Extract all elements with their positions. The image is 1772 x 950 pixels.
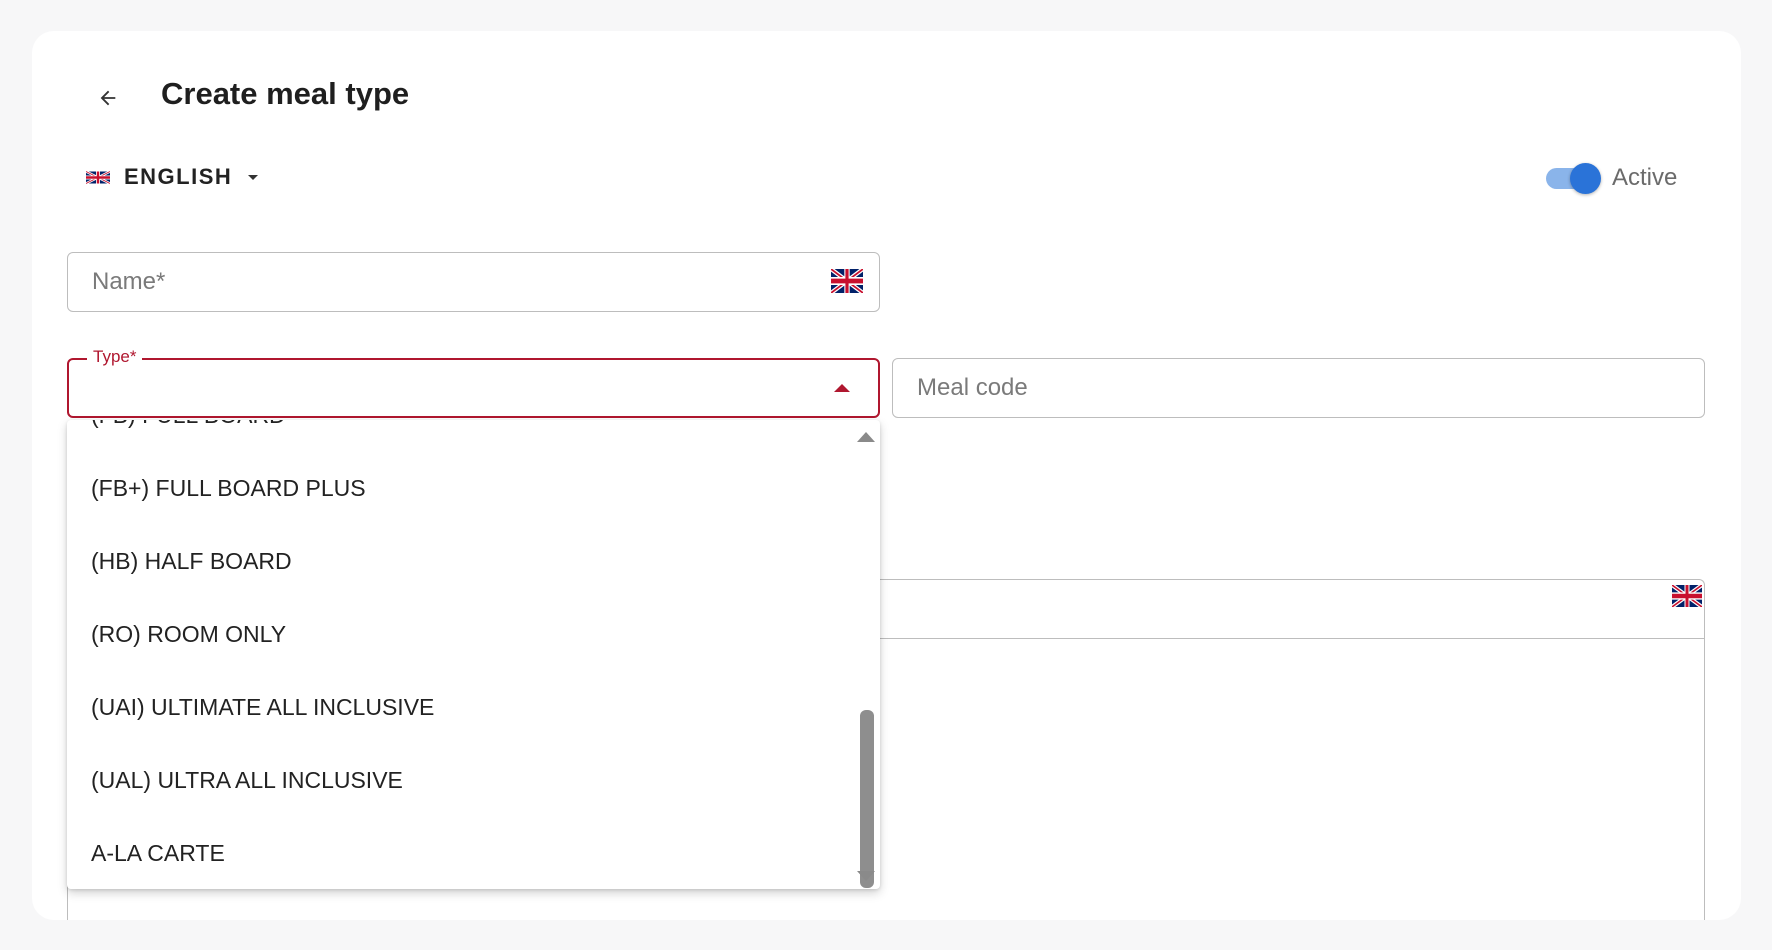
active-label: Active bbox=[1612, 164, 1678, 191]
scroll-up-arrow-icon[interactable] bbox=[857, 432, 875, 442]
caret-down-icon bbox=[248, 175, 259, 180]
type-option[interactable]: (FB+) FULL BOARD PLUS bbox=[67, 452, 857, 525]
name-field[interactable]: Name* bbox=[67, 252, 880, 312]
type-option[interactable]: (UAL) ULTRA ALL INCLUSIVE bbox=[67, 744, 857, 817]
uk-flag-icon bbox=[1672, 585, 1702, 607]
type-option[interactable]: (HB) HALF BOARD bbox=[67, 525, 857, 598]
type-select[interactable]: Type* bbox=[67, 347, 880, 418]
uk-flag-icon bbox=[831, 269, 863, 293]
scroll-down-arrow-icon[interactable] bbox=[857, 871, 875, 881]
scrollbar-thumb[interactable] bbox=[860, 710, 874, 888]
create-meal-type-card: Create meal type ENGLISH Active Name* Ty… bbox=[32, 31, 1741, 920]
type-dropdown-list[interactable]: (FB) FULL BOARD (FB+) FULL BOARD PLUS (H… bbox=[67, 420, 880, 889]
page-title: Create meal type bbox=[161, 76, 410, 111]
meal-code-placeholder: Meal code bbox=[917, 374, 1028, 401]
back-button[interactable] bbox=[86, 76, 130, 120]
type-option[interactable]: (RO) ROOM ONLY bbox=[67, 598, 857, 671]
language-selector[interactable]: ENGLISH bbox=[86, 153, 260, 201]
meal-code-field[interactable]: Meal code bbox=[892, 358, 1705, 418]
arrow-left-icon bbox=[100, 90, 116, 106]
name-placeholder: Name* bbox=[92, 268, 166, 295]
caret-up-icon bbox=[834, 384, 850, 392]
active-toggle[interactable] bbox=[1544, 161, 1602, 195]
type-option[interactable]: (UAI) ULTIMATE ALL INCLUSIVE bbox=[67, 671, 857, 744]
language-label: ENGLISH bbox=[124, 164, 233, 189]
active-toggle-group: Active bbox=[1544, 161, 1677, 195]
type-label: Type* bbox=[87, 347, 143, 367]
type-option[interactable]: A-LA CARTE bbox=[67, 817, 857, 889]
type-option[interactable]: (FB) FULL BOARD bbox=[67, 420, 857, 452]
toggle-thumb bbox=[1570, 163, 1601, 194]
uk-flag-icon bbox=[86, 169, 110, 185]
